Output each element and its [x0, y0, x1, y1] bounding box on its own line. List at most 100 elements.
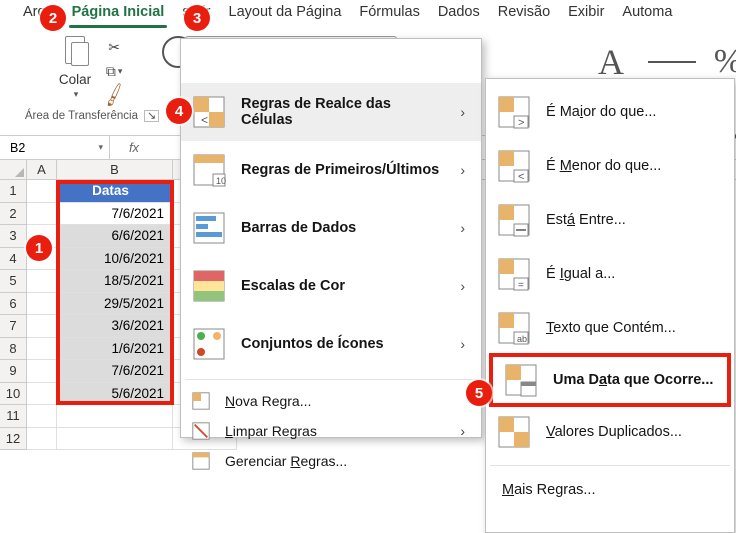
menu-separator: [490, 465, 730, 466]
cell[interactable]: 7/6/2021: [57, 360, 173, 383]
menu-duplicate-values[interactable]: Valores Duplicados...: [486, 405, 734, 459]
chevron-right-icon: ›: [460, 104, 473, 120]
menu-less-than[interactable]: < É Menor do que...: [486, 139, 734, 193]
row-header[interactable]: 9: [0, 360, 27, 383]
cell[interactable]: 18/5/2021: [57, 270, 173, 293]
menu-label: Mais Regras...: [502, 482, 596, 498]
tab-home[interactable]: Página Inicial: [63, 0, 174, 26]
conditional-formatting-menu: < Regras de Realce das Células › 10 Regr…: [180, 38, 482, 438]
cell[interactable]: 1/6/2021: [57, 338, 173, 361]
menu-label: Limpar Regras: [225, 423, 317, 439]
menu-manage-rules[interactable]: Gerenciar Regras...: [181, 446, 481, 476]
paste-button[interactable]: Colar ▾: [59, 36, 91, 100]
menu-label: Escalas de Cor: [241, 278, 345, 294]
svg-text:<: <: [201, 113, 208, 127]
cell[interactable]: [57, 405, 173, 428]
row-header[interactable]: 10: [0, 383, 27, 406]
row-header[interactable]: 2: [0, 203, 27, 226]
cell[interactable]: [27, 383, 57, 406]
font-icon[interactable]: A: [587, 42, 635, 82]
chevron-right-icon: ›: [460, 423, 473, 439]
chevron-down-icon[interactable]: ▾: [98, 142, 103, 153]
menu-label: Está Entre...: [546, 212, 626, 228]
menu-text-contains[interactable]: ab Texto que Contém...: [486, 301, 734, 355]
row-header[interactable]: 3: [0, 225, 27, 248]
duplicate-values-icon: [496, 414, 532, 450]
row-header[interactable]: 7: [0, 315, 27, 338]
equal-to-icon: =: [496, 256, 532, 292]
tab-view[interactable]: Exibir: [559, 0, 613, 26]
menu-label: Uma Data que Ocorre...: [553, 372, 713, 388]
format-painter-button[interactable]: 🖌: [101, 83, 128, 107]
row-header[interactable]: 12: [0, 428, 27, 451]
between-icon: [496, 202, 532, 238]
cell[interactable]: 10/6/2021: [57, 248, 173, 271]
row-header[interactable]: 11: [0, 405, 27, 428]
cell[interactable]: [57, 428, 173, 451]
menu-greater-than[interactable]: > É Maior do que... É Maior do que...: [486, 85, 734, 139]
step-badge-3: 3: [184, 5, 210, 31]
row-header[interactable]: 1: [0, 180, 27, 203]
row-header[interactable]: 4: [0, 248, 27, 271]
svg-text:=: =: [518, 280, 524, 291]
menu-label: É Igual a...: [546, 266, 615, 282]
step-badge-4: 4: [166, 98, 192, 124]
menu-clear-rules[interactable]: Limpar Regras ›: [181, 416, 481, 446]
cell[interactable]: 29/5/2021: [57, 293, 173, 316]
cut-button[interactable]: ✂: [103, 38, 125, 56]
cell[interactable]: [27, 405, 57, 428]
chevron-right-icon: ›: [460, 162, 473, 178]
fx-button[interactable]: fx: [110, 140, 158, 155]
ribbon-tabs: Arqu Página Inicial serir Layout da Pági…: [0, 0, 736, 28]
menu-label: Valores Duplicados...: [546, 424, 682, 440]
clipboard-dialog-launcher[interactable]: ↘: [144, 110, 159, 122]
cell[interactable]: 5/6/2021: [57, 383, 173, 406]
menu-highlight-cells-rules[interactable]: < Regras de Realce das Células ›: [181, 83, 481, 141]
cell[interactable]: [27, 360, 57, 383]
chevron-right-icon: ›: [460, 220, 473, 236]
menu-label: É Maior do que...: [546, 104, 656, 120]
alignment-icon[interactable]: [648, 42, 696, 82]
tab-automate[interactable]: Automa: [613, 0, 681, 26]
menu-new-rule[interactable]: Nova Regra...: [181, 386, 481, 416]
select-all-corner[interactable]: [0, 160, 27, 179]
percent-icon[interactable]: %: [704, 42, 736, 82]
tab-formulas[interactable]: Fórmulas: [350, 0, 428, 26]
menu-label: É Menor do que...: [546, 158, 661, 174]
row-header[interactable]: 5: [0, 270, 27, 293]
cell[interactable]: [27, 293, 57, 316]
cell[interactable]: [27, 315, 57, 338]
menu-date-occurring[interactable]: Uma Data que Ocorre...: [489, 353, 731, 407]
menu-between[interactable]: Está Entre...: [486, 193, 734, 247]
cell-header[interactable]: Datas: [57, 180, 173, 203]
step-badge-1: 1: [26, 235, 52, 261]
cell[interactable]: [27, 180, 57, 203]
chevron-right-icon: ›: [460, 336, 473, 352]
tab-review[interactable]: Revisão: [489, 0, 559, 26]
paste-label: Colar: [59, 72, 91, 87]
tab-page-layout[interactable]: Layout da Página: [220, 0, 351, 26]
cell[interactable]: [27, 203, 57, 226]
row-header[interactable]: 8: [0, 338, 27, 361]
column-header-B[interactable]: B: [57, 160, 173, 179]
chevron-right-icon: ›: [460, 278, 473, 294]
cell[interactable]: [27, 270, 57, 293]
cell[interactable]: [27, 428, 57, 451]
menu-equal-to[interactable]: = É Igual a...: [486, 247, 734, 301]
name-box[interactable]: B2 ▾: [0, 136, 110, 159]
row-header[interactable]: 6: [0, 293, 27, 316]
tab-data[interactable]: Dados: [429, 0, 489, 26]
menu-icon-sets[interactable]: Conjuntos de Ícones ›: [181, 315, 481, 373]
menu-color-scales[interactable]: Escalas de Cor ›: [181, 257, 481, 315]
cell[interactable]: 7/6/2021: [57, 203, 173, 226]
menu-top-bottom-rules[interactable]: 10 Regras de Primeiros/Últimos ›: [181, 141, 481, 199]
cell[interactable]: 6/6/2021: [57, 225, 173, 248]
cell[interactable]: 3/6/2021: [57, 315, 173, 338]
menu-more-rules[interactable]: Mais Regras...: [486, 472, 734, 508]
chevron-down-icon[interactable]: ▾: [74, 89, 79, 100]
icon-sets-icon: [191, 326, 227, 362]
copy-button[interactable]: ⧉▾: [103, 62, 125, 80]
cell[interactable]: [27, 338, 57, 361]
column-header-A[interactable]: A: [27, 160, 57, 179]
menu-data-bars[interactable]: Barras de Dados ›: [181, 199, 481, 257]
